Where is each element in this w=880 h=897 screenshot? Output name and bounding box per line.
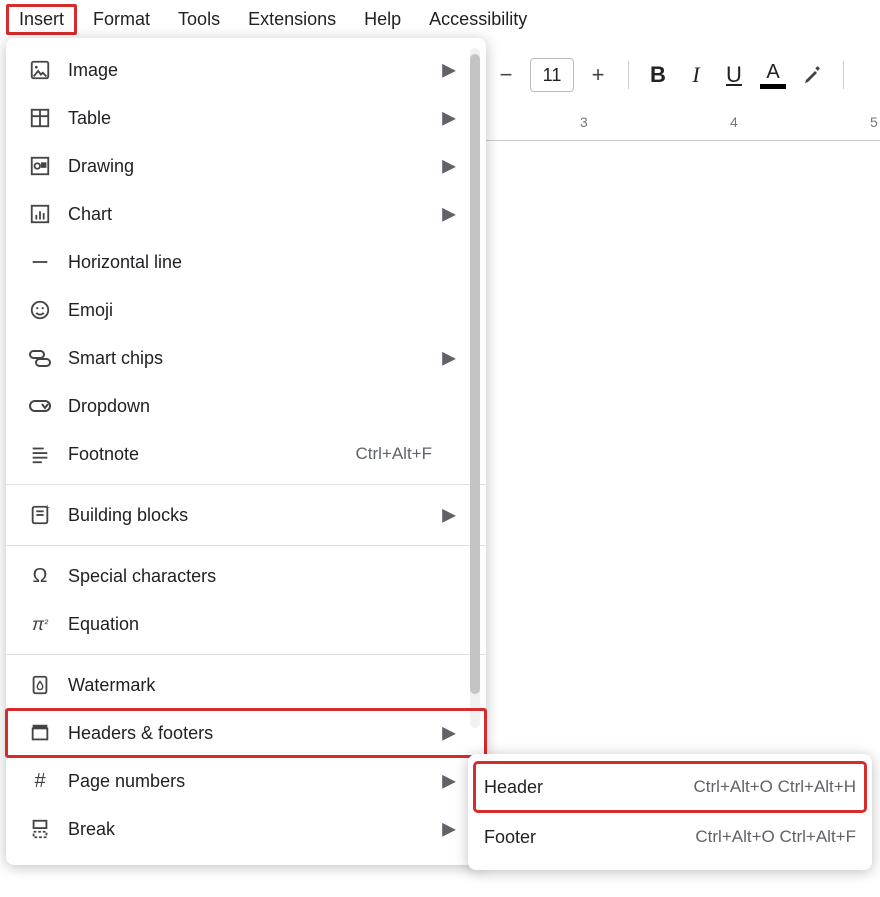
- hr-icon: [26, 248, 54, 276]
- menubar-item-extensions[interactable]: Extensions: [236, 5, 348, 34]
- menu-label: Watermark: [68, 675, 432, 696]
- menu-label: Chart: [68, 204, 432, 225]
- menu-label: Smart chips: [68, 348, 432, 369]
- menu-item-building-blocks[interactable]: + Building blocks ▶: [6, 491, 486, 539]
- menu-label: Building blocks: [68, 505, 432, 526]
- drawing-icon: [26, 152, 54, 180]
- blocks-icon: +: [26, 501, 54, 529]
- headerfooter-icon: [26, 719, 54, 747]
- dropdown-icon: [26, 392, 54, 420]
- chart-icon: [26, 200, 54, 228]
- svg-text:+: +: [45, 504, 50, 512]
- font-size-input[interactable]: 11: [530, 58, 574, 92]
- menu-label: Footnote: [68, 444, 355, 465]
- submenu-arrow-icon: ▶: [442, 723, 456, 744]
- ruler-label-4: 4: [730, 114, 738, 130]
- submenu-shortcut: Ctrl+Alt+O Ctrl+Alt+H: [584, 777, 856, 797]
- chips-icon: [26, 344, 54, 372]
- submenu-arrow-icon: ▶: [442, 348, 456, 369]
- menu-item-image[interactable]: Image ▶: [6, 46, 486, 94]
- toolbar: − 11 + B I U A: [490, 58, 850, 92]
- menu-item-horizontal-line[interactable]: Horizontal line: [6, 238, 486, 286]
- menu-label: Drawing: [68, 156, 432, 177]
- menu-item-drawing[interactable]: Drawing ▶: [6, 142, 486, 190]
- menubar-item-format[interactable]: Format: [81, 5, 162, 34]
- table-icon: [26, 104, 54, 132]
- text-color-letter: A: [766, 61, 779, 84]
- menu-label: Dropdown: [68, 396, 432, 417]
- highlighter-icon: [801, 63, 825, 87]
- toolbar-divider-2: [843, 61, 844, 89]
- menu-label: Table: [68, 108, 432, 129]
- ruler: 3 4 5: [480, 110, 880, 140]
- text-color-button[interactable]: A: [757, 61, 789, 89]
- menu-label: Emoji: [68, 300, 432, 321]
- menu-item-table[interactable]: Table ▶: [6, 94, 486, 142]
- menu-label: Image: [68, 60, 432, 81]
- menu-item-equation[interactable]: π² Equation: [6, 600, 486, 648]
- menu-item-emoji[interactable]: Emoji: [6, 286, 486, 334]
- menu-item-break[interactable]: Break ▶: [6, 805, 486, 853]
- submenu-arrow-icon: ▶: [442, 60, 456, 81]
- bold-button[interactable]: B: [643, 62, 673, 88]
- submenu-arrow-icon: ▶: [442, 108, 456, 129]
- toolbar-divider: [628, 61, 629, 89]
- menu-divider: [6, 484, 486, 485]
- menu-item-headers-footers[interactable]: Headers & footers ▶: [6, 709, 486, 757]
- menu-label: Horizontal line: [68, 252, 432, 273]
- menu-item-smart-chips[interactable]: Smart chips ▶: [6, 334, 486, 382]
- ruler-label-3: 3: [580, 114, 588, 130]
- menu-label: Headers & footers: [68, 723, 432, 744]
- font-size-increase[interactable]: +: [582, 59, 614, 91]
- menu-divider: [6, 545, 486, 546]
- text-color-bar: [760, 84, 786, 89]
- submenu-label: Footer: [484, 827, 584, 848]
- menu-item-watermark[interactable]: Watermark: [6, 661, 486, 709]
- menu-item-footnote[interactable]: Footnote Ctrl+Alt+F: [6, 430, 486, 478]
- menu-item-chart[interactable]: Chart ▶: [6, 190, 486, 238]
- ruler-label-5: 5: [870, 114, 878, 130]
- menu-item-dropdown[interactable]: Dropdown: [6, 382, 486, 430]
- break-icon: [26, 815, 54, 843]
- submenu-arrow-icon: ▶: [442, 204, 456, 225]
- headers-footers-submenu: Header Ctrl+Alt+O Ctrl+Alt+H Footer Ctrl…: [468, 754, 872, 870]
- submenu-shortcut: Ctrl+Alt+O Ctrl+Alt+F: [584, 827, 856, 847]
- menu-shortcut: Ctrl+Alt+F: [355, 444, 432, 464]
- footnote-icon: [26, 440, 54, 468]
- emoji-icon: [26, 296, 54, 324]
- highlighter-button[interactable]: [797, 63, 829, 87]
- image-icon: [26, 56, 54, 84]
- menubar-item-tools[interactable]: Tools: [166, 5, 232, 34]
- menubar-item-help[interactable]: Help: [352, 5, 413, 34]
- submenu-arrow-icon: ▶: [442, 819, 456, 840]
- menu-item-page-numbers[interactable]: # Page numbers ▶: [6, 757, 486, 805]
- font-size-decrease[interactable]: −: [490, 59, 522, 91]
- watermark-icon: [26, 671, 54, 699]
- menu-label: Special characters: [68, 566, 432, 587]
- menubar-item-insert[interactable]: Insert: [6, 4, 77, 35]
- pagenum-icon: #: [26, 767, 54, 795]
- menubar-item-accessibility[interactable]: Accessibility: [417, 5, 539, 34]
- italic-button[interactable]: I: [681, 62, 711, 88]
- submenu-arrow-icon: ▶: [442, 771, 456, 792]
- menu-label: Page numbers: [68, 771, 432, 792]
- submenu-arrow-icon: ▶: [442, 505, 456, 526]
- ruler-border: [480, 140, 880, 141]
- menu-item-special-characters[interactable]: Ω Special characters: [6, 552, 486, 600]
- insert-menu: Image ▶ Table ▶ Drawing ▶ Chart ▶ Horizo…: [6, 38, 486, 865]
- omega-icon: Ω: [26, 562, 54, 590]
- menu-label: Equation: [68, 614, 432, 635]
- menu-divider: [6, 654, 486, 655]
- menu-label: Break: [68, 819, 432, 840]
- submenu-label: Header: [484, 777, 584, 798]
- submenu-item-header[interactable]: Header Ctrl+Alt+O Ctrl+Alt+H: [474, 762, 866, 812]
- submenu-arrow-icon: ▶: [442, 156, 456, 177]
- submenu-item-footer[interactable]: Footer Ctrl+Alt+O Ctrl+Alt+F: [474, 812, 866, 862]
- equation-icon: π²: [26, 610, 54, 638]
- underline-button[interactable]: U: [719, 62, 749, 88]
